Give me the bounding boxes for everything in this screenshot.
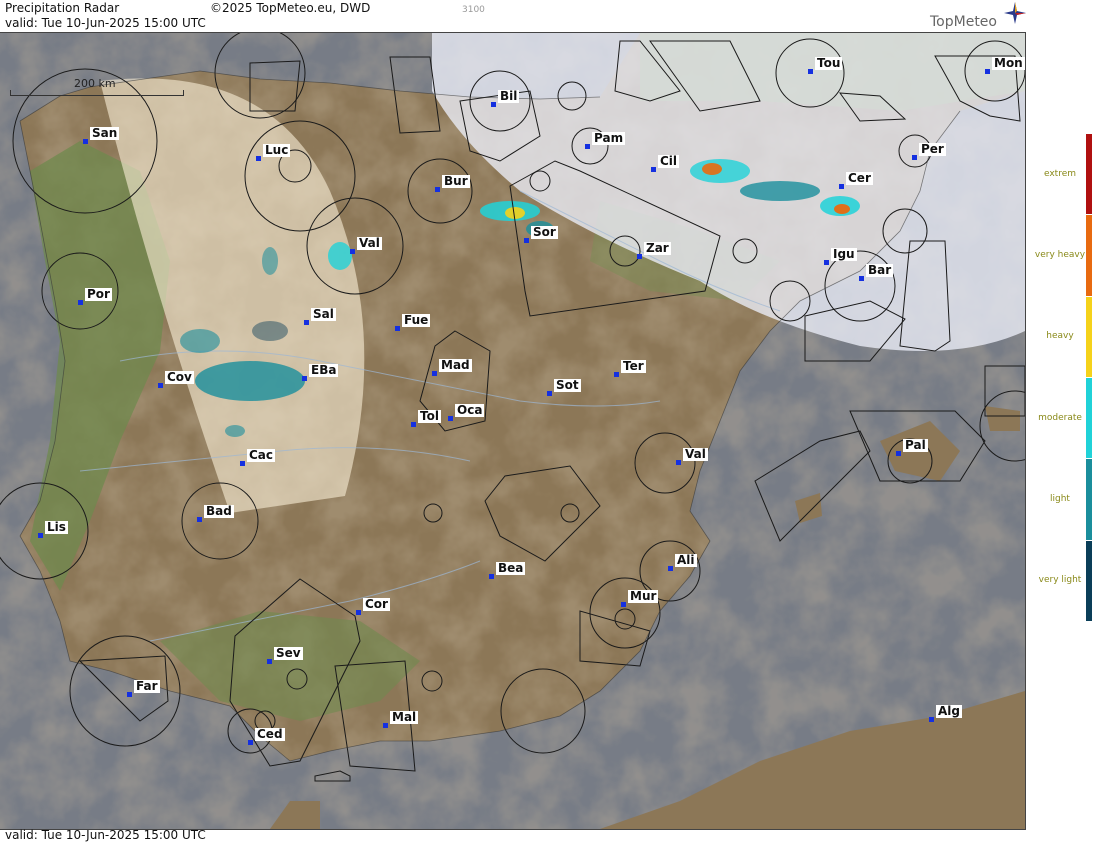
city-dot-icon [808,69,813,74]
valid-time-top: valid: Tue 10-Jun-2025 15:00 UTC [5,16,206,30]
city-dot-icon [38,533,43,538]
valid-time-bottom: valid: Tue 10-Jun-2025 15:00 UTC [5,828,206,842]
city-label: Igu [831,247,857,261]
city-dot-icon [985,69,990,74]
city-dot-icon [585,144,590,149]
city-label: Tol [418,409,441,423]
legend-label: very heavy [1034,250,1086,260]
city-label: Lis [45,520,68,534]
city-dot-icon [197,517,202,522]
city-label: Por [85,287,112,301]
city-dot-icon [524,238,529,243]
city-dot-icon [614,372,619,377]
city-dot-icon [621,602,626,607]
city-label: Val [357,236,382,250]
city-label: Alg [936,704,962,718]
city-label: Sal [311,307,336,321]
product-code: 3100 [462,5,485,15]
city-label: Val [683,447,708,461]
city-label: Far [134,679,160,693]
city-label: Cov [165,370,194,384]
city-dot-icon [668,566,673,571]
city-label: Cer [846,171,873,185]
city-dot-icon [302,376,307,381]
city-label: Bea [496,561,526,575]
city-dot-icon [356,610,361,615]
city-dot-icon [839,184,844,189]
city-label: Zar [644,241,671,255]
city-label: Ter [621,359,646,373]
city-dot-icon [78,300,83,305]
city-dot-icon [859,276,864,281]
city-dot-icon [676,460,681,465]
city-label: Mad [439,358,472,372]
city-label: Pam [592,131,626,145]
city-label: Luc [263,143,291,157]
legend-label: very light [1038,575,1082,586]
legend-label: moderate [1038,412,1082,423]
scale-bar-line [10,90,184,96]
scale-label: 200 km [74,77,116,90]
copyright-text: ©2025 TopMeteo.eu, DWD [210,1,371,15]
city-label: Mon [992,56,1025,70]
brand-logo-text[interactable]: TopMeteo [930,14,997,30]
legend-label: extrem [1043,168,1077,179]
city-label: Bur [442,174,470,188]
city-dot-icon [83,139,88,144]
radar-frame: Precipitation Radar ©2025 TopMeteo.eu, D… [0,0,1117,843]
city-dot-icon [896,451,901,456]
city-dot-icon [395,326,400,331]
precip-legend: extrem very heavy heavy moderate light very l… [1026,0,1117,843]
legend-label: heavy [1046,331,1074,342]
city-label: Sot [554,378,581,392]
city-dot-icon [411,422,416,427]
city-dot-icon [929,717,934,722]
city-label: Fue [402,313,431,327]
city-dot-icon [383,723,388,728]
city-dot-icon [435,187,440,192]
city-label: Bil [498,89,520,103]
city-label: Bar [866,263,894,277]
city-label: Bad [204,504,234,518]
compass-star-icon [1004,2,1026,24]
city-label: Sor [531,225,558,239]
city-label: Cil [658,154,680,168]
city-dot-icon [267,659,272,664]
city-label: Per [919,142,946,156]
city-label: EBa [309,363,339,377]
city-dot-icon [304,320,309,325]
map-title: Precipitation Radar [5,1,120,15]
city-dot-icon [240,461,245,466]
city-label: Sev [274,646,303,660]
city-dot-icon [256,156,261,161]
city-dot-icon [547,391,552,396]
city-dot-icon [448,416,453,421]
city-label: Tou [815,56,843,70]
scale-bar: 200 km [10,77,184,96]
radar-map[interactable]: San Luc Bil Tou Mon Pam Per Cil Bur Cer Val Sor Zar I… [0,32,1026,830]
city-dot-icon [489,574,494,579]
city-dot-icon [350,249,355,254]
city-label: Mur [628,589,659,603]
city-dot-icon [912,155,917,160]
map-canvas [0,33,1025,829]
city-label: Oca [455,403,485,417]
city-label: Cor [363,597,390,611]
city-label: Mal [390,710,419,724]
city-dot-icon [824,260,829,265]
city-dot-icon [491,102,496,107]
city-label: Ali [675,553,697,567]
city-label: San [90,126,120,140]
city-dot-icon [432,371,437,376]
city-dot-icon [637,254,642,259]
legend-label: light [1050,494,1070,504]
city-dot-icon [158,383,163,388]
city-label: Cac [247,448,276,462]
city-dot-icon [651,167,656,172]
city-label: Ced [255,727,285,741]
city-dot-icon [127,692,132,697]
city-label: Pal [903,438,928,452]
legend-colorbar [1086,134,1092,622]
city-dot-icon [248,740,253,745]
